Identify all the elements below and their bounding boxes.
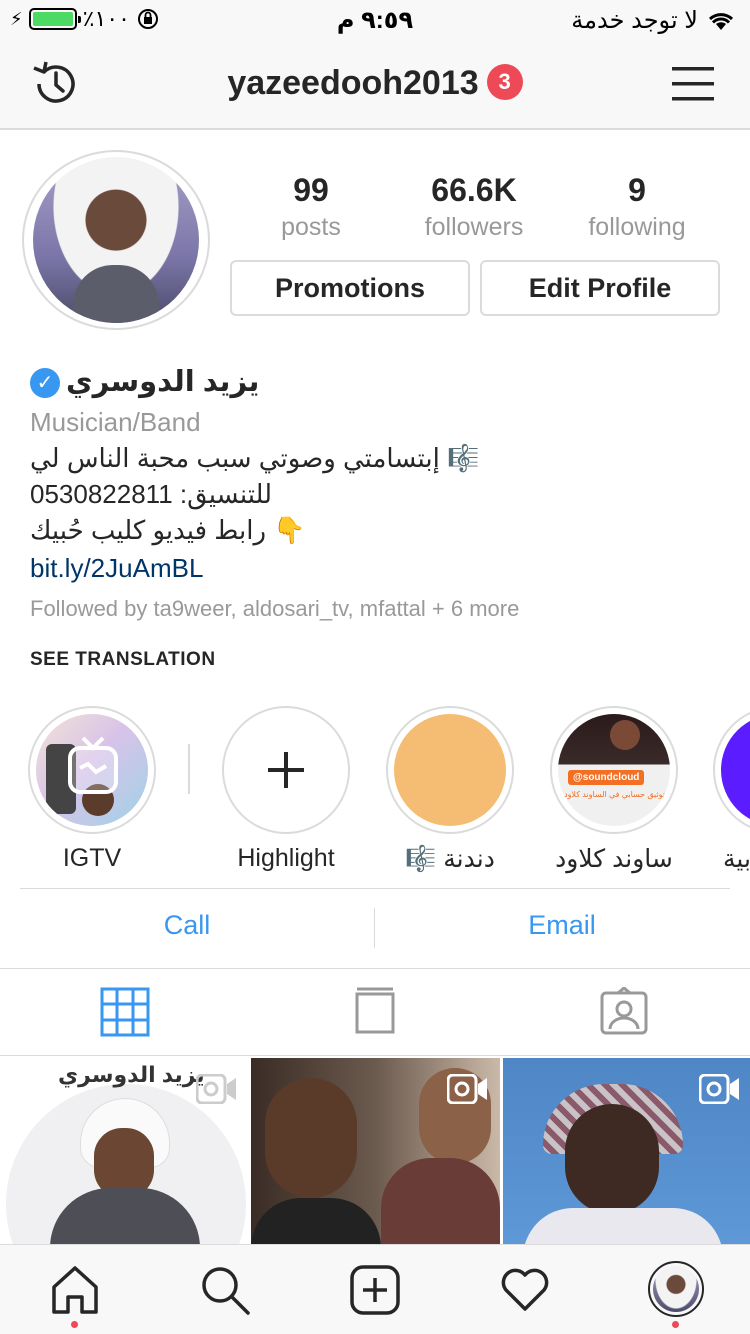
new-highlight-button[interactable]: Highlight [221, 706, 351, 873]
new-post-icon[interactable] [348, 1263, 402, 1317]
posts-label: posts [281, 213, 341, 241]
video-icon [447, 1074, 487, 1104]
bottom-tab-bar [0, 1244, 750, 1334]
posts-stat[interactable]: 99 posts [236, 172, 386, 242]
followed-by-text[interactable]: Followed by ta9weer, aldosari_tv, mfatta… [30, 591, 720, 627]
activity-heart-icon[interactable] [498, 1263, 552, 1317]
grid-post-1[interactable]: يزيد الدوسري [0, 1058, 248, 1244]
highlight-cover-orange [394, 714, 506, 826]
status-bar: ⚡ ٪١٠٠ ٩:٥٩ م لا توجد خدمة [0, 0, 750, 40]
profile-avatar[interactable] [22, 150, 210, 330]
wifi-icon [708, 12, 734, 30]
highlight-label: Highlight [237, 844, 335, 872]
feed-view-icon[interactable] [350, 987, 400, 1037]
video-icon [699, 1074, 739, 1104]
profile-activity-dot [672, 1321, 679, 1328]
highlight-igtv[interactable]: IGTV [27, 706, 157, 873]
highlight-cover-purple [721, 714, 750, 826]
plus-icon [268, 752, 304, 788]
highlight-divider [188, 744, 190, 794]
profile-name-row: ✓ يزيد الدوسري [30, 364, 720, 400]
grid-post-3[interactable] [503, 1058, 750, 1244]
profile-tabs [0, 968, 750, 1056]
highlight-soundcloud[interactable]: @soundcloud تم توثيق حسابي في الساوند كل… [549, 706, 679, 874]
promotions-button[interactable]: Promotions [230, 260, 470, 316]
profile-tab-avatar[interactable] [648, 1261, 704, 1317]
notification-badge: 3 [486, 64, 523, 101]
menu-icon[interactable] [670, 64, 716, 104]
contact-divider [374, 908, 375, 948]
highlight-label: ساوند كلاود [555, 845, 673, 873]
highlight-partial[interactable]: بية [713, 706, 750, 886]
profile-display-name: يزيد الدوسري [66, 366, 260, 398]
soundcloud-caption: تم توثيق حسابي في الساوند كلاود [564, 790, 670, 799]
highlight-label: دندنة 🎼 [405, 845, 495, 873]
bio-line-1: إبتسامتي وصوتي سبب محبة الناس لي 🎼 [30, 443, 480, 473]
call-button[interactable]: Call [2, 910, 372, 941]
following-stat[interactable]: 9 following [562, 172, 712, 242]
tagged-photos-icon[interactable] [599, 987, 649, 1037]
search-icon[interactable] [198, 1263, 252, 1317]
contact-top-divider [20, 888, 730, 889]
highlight-label: بية [723, 845, 750, 873]
home-activity-dot [71, 1321, 78, 1328]
igtv-cover [36, 714, 148, 826]
edit-profile-button[interactable]: Edit Profile [480, 260, 720, 316]
bio-line-2: للتنسيق: 0530822811 [30, 479, 273, 509]
home-icon[interactable] [48, 1263, 102, 1317]
profile-category: Musician/Band [30, 407, 201, 437]
followers-stat[interactable]: 66.6K followers [399, 172, 549, 242]
following-count: 9 [628, 172, 646, 208]
igtv-icon [68, 736, 118, 794]
followers-count: 66.6K [431, 172, 517, 208]
profile-photo [33, 157, 199, 323]
soundcloud-tag: @soundcloud [568, 770, 645, 785]
verified-badge-icon: ✓ [30, 368, 60, 399]
highlight-dandana[interactable]: دندنة 🎼 [385, 706, 515, 874]
email-button[interactable]: Email [377, 910, 747, 941]
bio-line-3: رابط فيديو كليب حُبيك 👇 [30, 515, 306, 545]
video-icon [196, 1074, 236, 1104]
highlight-label: IGTV [62, 844, 122, 872]
username-text: yazeedooh2013 [227, 64, 479, 102]
profile-username-title[interactable]: yazeedooh2013 3 [0, 64, 750, 103]
followers-label: followers [424, 213, 524, 241]
highlight-cover-soundcloud: @soundcloud تم توثيق حسابي في الساوند كل… [558, 714, 670, 826]
grid-post-2[interactable] [251, 1058, 500, 1244]
following-label: following [588, 213, 686, 241]
bio-link[interactable]: bit.ly/2JuAmBL [30, 550, 720, 586]
carrier-label: لا توجد خدمة [571, 7, 698, 34]
see-translation-button[interactable]: SEE TRANSLATION [30, 642, 720, 678]
top-nav-bar: yazeedooh2013 3 [0, 40, 750, 130]
grid-view-icon[interactable] [100, 987, 150, 1037]
posts-count: 99 [293, 172, 329, 208]
post-overlay-title: يزيد الدوسري [58, 1062, 205, 1087]
